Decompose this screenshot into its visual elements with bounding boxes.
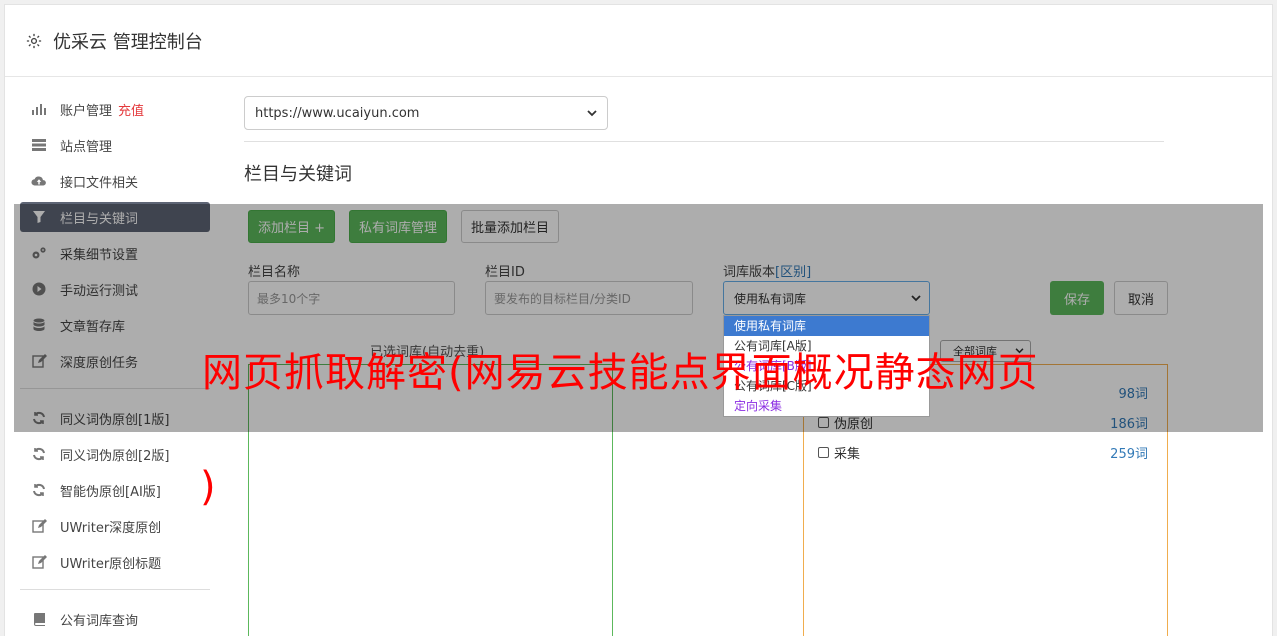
lib-version-select[interactable]: 使用私有词库 xyxy=(723,281,930,315)
sidebar: 账户管理 充值 站点管理 接口文件相关 栏目与关键词 采集细节设置 手动运行测试… xyxy=(20,94,210,636)
sidebar-item-label: 智能伪原创[AI版] xyxy=(60,484,161,500)
section-title: 栏目与关键词 xyxy=(244,164,352,185)
site-select-value: https://www.ucaiyun.com xyxy=(255,105,420,121)
watermark-text: 网页抓取解密(网易云技能点界面概况静态网页 xyxy=(202,350,1039,396)
sidebar-item-uwriter-title[interactable]: UWriter原创标题 xyxy=(20,547,210,577)
private-lib-button[interactable]: 私有词库管理 xyxy=(349,210,448,243)
gear-icon xyxy=(26,33,42,48)
sidebar-item-sites[interactable]: 站点管理 xyxy=(20,130,210,160)
book-icon xyxy=(31,611,47,627)
action-buttons: 添加栏目 + 私有词库管理 批量添加栏目 xyxy=(248,210,560,243)
sidebar-item-label: 手动运行测试 xyxy=(60,283,139,299)
sidebar-item-deep-original[interactable]: 深度原创任务 xyxy=(20,346,210,376)
difference-link[interactable]: [区别] xyxy=(775,265,811,280)
checkbox[interactable] xyxy=(818,417,829,428)
recharge-link[interactable]: 充值 xyxy=(118,100,144,119)
add-column-button[interactable]: 添加栏目 + xyxy=(248,210,336,243)
lib-item[interactable]: 采集 259词 xyxy=(818,443,1148,462)
selected-lib-box[interactable] xyxy=(248,364,613,636)
sidebar-item-label: UWriter原创标题 xyxy=(60,556,162,572)
sidebar-item-synonym-v1[interactable]: 同义词伪原创[1版] xyxy=(20,403,210,433)
save-button[interactable]: 保存 xyxy=(1050,281,1104,315)
column-id-label: 栏目ID xyxy=(485,265,525,280)
sidebar-item-label: 公有词库查询 xyxy=(60,613,139,629)
sidebar-item-columns[interactable]: 栏目与关键词 xyxy=(20,202,210,232)
chevron-down-icon xyxy=(587,109,597,116)
sidebar-item-article-store[interactable]: 文章暂存库 xyxy=(20,310,210,340)
sidebar-item-public-lib[interactable]: 公有词库查询 xyxy=(20,604,210,634)
divider xyxy=(244,141,1164,142)
sidebar-item-ai-original[interactable]: 智能伪原创[AI版] xyxy=(20,475,210,505)
edit-icon xyxy=(31,518,47,534)
cloud-upload-icon xyxy=(31,173,47,189)
chevron-down-icon xyxy=(911,294,921,301)
checkbox[interactable] xyxy=(818,447,829,458)
server-icon xyxy=(31,137,47,153)
column-name-label: 栏目名称 xyxy=(248,265,301,280)
lib-version-label: 词库版本[区别] xyxy=(723,261,811,280)
sidebar-item-uwriter-deep[interactable]: UWriter深度原创 xyxy=(20,511,210,541)
gears-icon xyxy=(31,245,47,261)
edit-icon xyxy=(31,353,47,369)
filter-icon xyxy=(31,209,47,225)
refresh-icon xyxy=(31,410,47,426)
sidebar-item-label: 站点管理 xyxy=(60,139,113,155)
sidebar-item-label: 同义词伪原创[2版] xyxy=(60,448,170,464)
sidebar-item-label: 深度原创任务 xyxy=(60,355,139,371)
sidebar-divider xyxy=(20,589,210,590)
sidebar-item-label: UWriter深度原创 xyxy=(60,520,162,536)
watermark-paren: ) xyxy=(200,464,216,510)
bar-chart-icon xyxy=(31,101,47,117)
cancel-button[interactable]: 取消 xyxy=(1114,281,1168,315)
refresh-icon xyxy=(31,482,47,498)
sidebar-item-interface[interactable]: 接口文件相关 xyxy=(20,166,210,196)
dropdown-option[interactable]: 使用私有词库 xyxy=(724,316,929,336)
edit-icon xyxy=(31,554,47,570)
batch-add-button[interactable]: 批量添加栏目 xyxy=(461,210,560,243)
header: 优采云 管理控制台 xyxy=(5,5,1272,77)
sidebar-item-synonym-v2[interactable]: 同义词伪原创[2版] xyxy=(20,439,210,469)
database-icon xyxy=(31,317,47,333)
lib-version-label-text: 词库版本 xyxy=(723,265,776,280)
lib-item-name: 采集 xyxy=(834,447,861,462)
page-title: 优采云 管理控制台 xyxy=(53,31,203,53)
dropdown-option[interactable]: 定向采集 xyxy=(724,396,929,416)
lib-version-value: 使用私有词库 xyxy=(734,291,807,306)
refresh-icon xyxy=(31,446,47,462)
play-icon xyxy=(31,281,47,297)
column-name-input[interactable]: 最多10个字 xyxy=(248,281,455,315)
sidebar-item-account[interactable]: 账户管理 充值 xyxy=(20,94,210,124)
lib-item-check[interactable]: 采集 xyxy=(818,443,860,462)
sidebar-item-manual-run[interactable]: 手动运行测试 xyxy=(20,274,210,304)
lib-item-count: 259词 xyxy=(1110,447,1148,462)
sidebar-item-label: 栏目与关键词 xyxy=(60,211,139,227)
lib-item-count: 98词 xyxy=(1118,387,1148,402)
main-content: https://www.ucaiyun.com 栏目与关键词 xyxy=(244,96,1164,186)
sidebar-item-label: 同义词伪原创[1版] xyxy=(60,412,170,428)
sidebar-item-label: 接口文件相关 xyxy=(60,175,139,191)
sidebar-divider xyxy=(20,388,210,389)
column-id-input[interactable]: 要发布的目标栏目/分类ID xyxy=(485,281,693,315)
sidebar-item-label: 采集细节设置 xyxy=(60,247,139,263)
sidebar-item-collect-settings[interactable]: 采集细节设置 xyxy=(20,238,210,268)
lib-item-count: 186词 xyxy=(1110,417,1148,432)
sidebar-item-label: 文章暂存库 xyxy=(60,319,126,335)
sidebar-item-label: 账户管理 xyxy=(60,103,113,119)
site-select[interactable]: https://www.ucaiyun.com xyxy=(244,96,608,130)
